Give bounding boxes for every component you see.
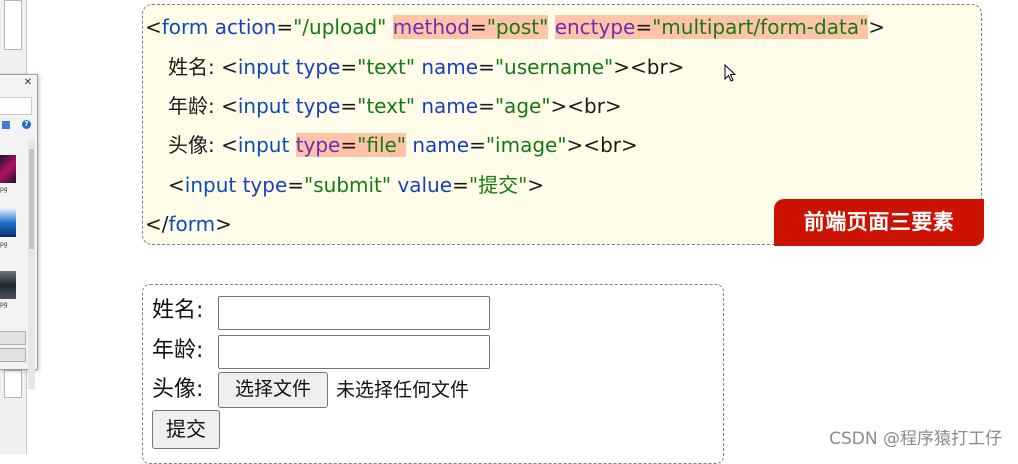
username-label: 姓名: — [152, 298, 204, 323]
highlight-type-file: type="file" — [295, 133, 406, 157]
image-thumbnail[interactable] — [0, 155, 16, 183]
filetype-select[interactable] — [0, 331, 26, 345]
age-input[interactable] — [218, 335, 490, 369]
help-icon[interactable]: ? — [22, 120, 31, 129]
age-label: 年龄: — [152, 338, 204, 363]
file-picker-dialog: ✕ ? pg pg pg — [0, 74, 38, 389]
thumbnail-label: pg — [0, 186, 8, 193]
cancel-button[interactable] — [0, 348, 26, 362]
thumbnail-label: pg — [0, 301, 8, 308]
view-icon[interactable] — [2, 121, 10, 129]
thumbnail-label: pg — [0, 241, 8, 248]
highlight-enctype: enctype="multipart/form-data" — [554, 15, 869, 39]
background-window-field — [4, 370, 22, 398]
image-thumbnail[interactable] — [0, 209, 16, 237]
close-icon[interactable]: ✕ — [24, 78, 32, 88]
username-input[interactable] — [218, 296, 490, 330]
section-badge: 前端页面三要素 — [774, 199, 984, 246]
image-thumbnail[interactable] — [0, 271, 16, 299]
address-bar[interactable] — [0, 97, 32, 115]
watermark: CSDN @程序猿打工仔 — [829, 429, 1002, 449]
code-line-submit: <input type="submit" value="提交"> — [168, 173, 545, 197]
image-label: 头像: — [152, 377, 204, 402]
mouse-cursor-icon — [724, 64, 737, 82]
code-line-image: 头像: <input type="file" name="image"><br> — [168, 133, 638, 157]
background-window-field — [4, 0, 22, 50]
code-line-form-open: <form action="/upload" method="post" enc… — [145, 15, 886, 39]
file-status: 未选择任何文件 — [336, 379, 470, 401]
code-line-username: 姓名: <input type="text" name="username"><… — [168, 55, 685, 79]
highlight-method: method="post" — [392, 15, 549, 39]
scrollbar[interactable] — [28, 139, 35, 389]
code-line-form-close: </form> — [145, 212, 232, 236]
code-line-age: 年龄: <input type="text" name="age"><br> — [168, 94, 622, 118]
choose-file-button[interactable]: 选择文件 — [218, 372, 328, 408]
submit-button[interactable]: 提交 — [152, 410, 220, 449]
